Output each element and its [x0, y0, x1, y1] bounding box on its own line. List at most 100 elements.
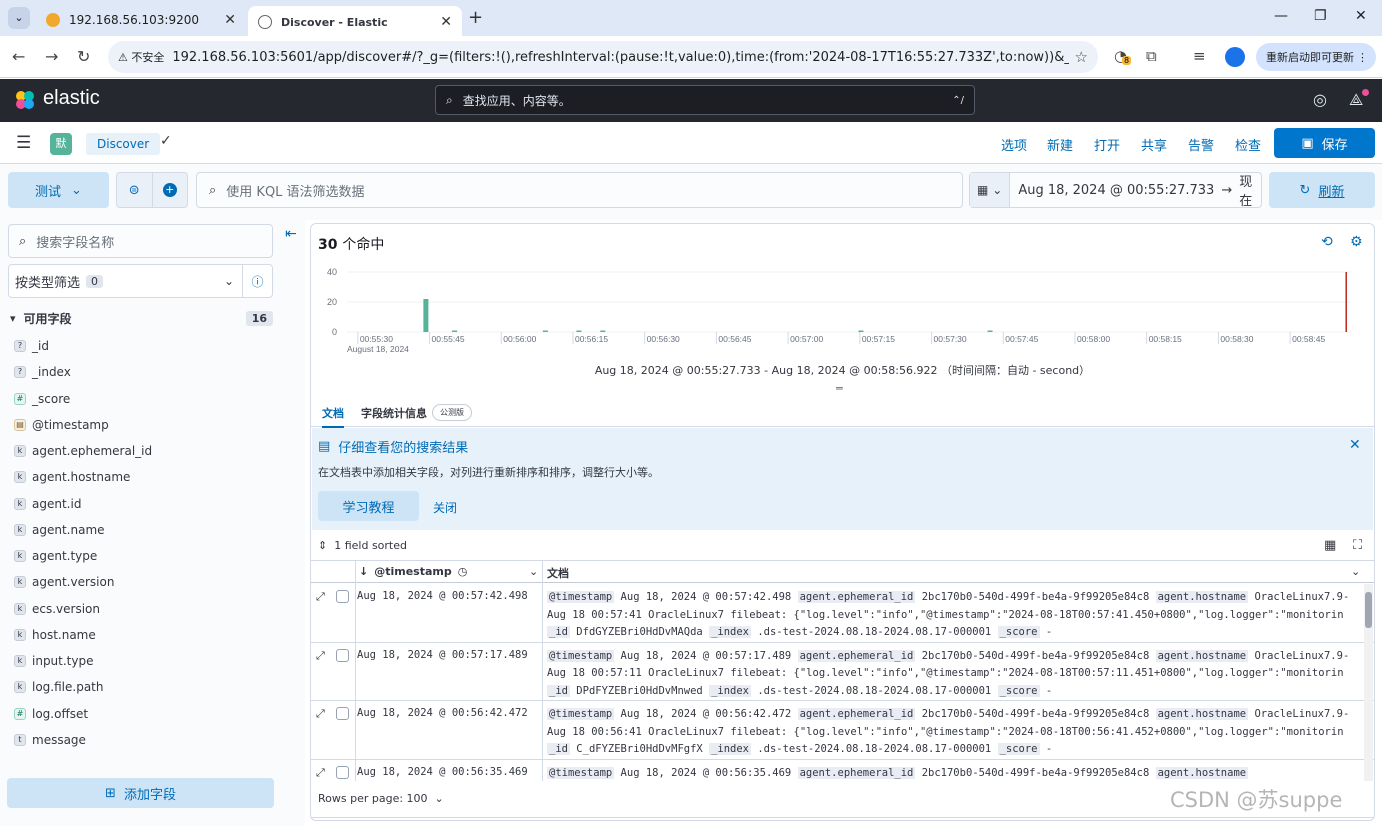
media-icon[interactable]: ≡ [1193, 47, 1206, 65]
forward-icon[interactable]: → [45, 47, 58, 66]
row-checkbox[interactable] [336, 648, 349, 662]
field-item[interactable]: k agent.name [14, 517, 274, 543]
fullscreen-icon[interactable]: ⛶ [1353, 538, 1362, 553]
table-scrollbar[interactable] [1364, 584, 1373, 781]
new-link[interactable]: 新建 [1047, 135, 1073, 154]
field-key: _score [997, 626, 1040, 638]
visualize-icon[interactable]: ⟲ [1321, 234, 1333, 250]
row-checkbox[interactable] [336, 765, 349, 779]
menu-icon[interactable]: ☰ [16, 133, 31, 153]
share-link[interactable]: 共享 [1141, 135, 1167, 154]
maximize-icon[interactable]: ❐ [1314, 8, 1327, 24]
field-search-input[interactable]: ⌕ 搜索字段名称 [8, 224, 273, 258]
options-link[interactable]: 选项 [1001, 135, 1027, 154]
table-row[interactable]: ⤢ Aug 18, 2024 @ 00:57:17.489 @timestamp A… [311, 643, 1374, 701]
expand-row-icon[interactable]: ⤢ [316, 766, 325, 780]
save-button[interactable]: ▣ 保存 [1274, 128, 1375, 158]
close-tab-icon[interactable]: ✕ [224, 12, 236, 28]
field-item[interactable]: k input.type [14, 648, 274, 674]
info-icon[interactable]: ⓘ [242, 265, 272, 297]
puzzle-icon[interactable]: ⧉ [1146, 47, 1157, 65]
field-type-icon: k [14, 681, 26, 694]
reload-icon[interactable]: ↻ [77, 47, 90, 66]
new-tab-icon[interactable]: + [468, 7, 483, 28]
field-item[interactable]: k host.name [14, 622, 274, 648]
tab-search-menu-icon[interactable]: ⌄ [8, 7, 30, 29]
filter-menu-icon[interactable]: ⊜ [117, 173, 152, 207]
bookmark-star-icon[interactable]: ☆ [1075, 48, 1088, 66]
row-checkbox[interactable] [336, 707, 349, 720]
x-tick-label: 00:57:30 [934, 334, 967, 344]
timestamp-column-header[interactable]: ↓ @timestamp ◷ ⌄ [359, 565, 538, 578]
field-item[interactable]: ▤ @timestamp [14, 412, 274, 438]
field-item[interactable]: ? _index [14, 359, 274, 385]
elastic-logo-icon[interactable] [14, 89, 36, 111]
tab-title: 192.168.56.103:9200 [69, 13, 200, 27]
dismiss-link[interactable]: 关闭 [433, 499, 457, 516]
document-column-header[interactable]: 文档 [547, 565, 569, 581]
sort-indicator[interactable]: ⇕ 1 field sorted [318, 539, 407, 552]
field-item[interactable]: k agent.version [14, 569, 274, 595]
calendar-icon[interactable]: ▦ ⌄ [970, 173, 1011, 207]
data-view-picker[interactable]: 测试 ⌄ [8, 172, 109, 208]
global-search-input[interactable]: ⌕ 查找应用、内容等。 ⌃/ [435, 85, 975, 115]
omnibox[interactable]: ⚠ 不安全 192.168.56.103:5601/app/discover#/… [108, 41, 1098, 73]
field-item[interactable]: k agent.hostname [14, 464, 274, 490]
url-text[interactable]: 192.168.56.103:5601/app/discover#/?_g=(f… [172, 50, 1068, 65]
browser-tab-discover[interactable]: Discover - Elastic ✕ [248, 6, 462, 38]
gear-icon[interactable]: ⚙ [1350, 234, 1363, 250]
field-item[interactable]: k agent.ephemeral_id [14, 438, 274, 464]
back-icon[interactable]: ← [12, 47, 25, 66]
density-icon[interactable]: ▦ [1324, 538, 1336, 553]
field-name: host.name [32, 627, 96, 642]
field-name: log.file.path [32, 680, 104, 695]
available-fields-header[interactable]: ▾ 可用字段 16 [10, 308, 273, 328]
table-row[interactable]: ⤢ Aug 18, 2024 @ 00:56:42.472 @timestamp A… [311, 701, 1374, 760]
profile-avatar[interactable] [1225, 47, 1245, 67]
expand-row-icon[interactable]: ⤢ [316, 590, 325, 604]
security-indicator[interactable]: ⚠ 不安全 [118, 49, 164, 65]
date-end[interactable]: 现在 [1239, 171, 1261, 209]
refresh-button[interactable]: ↻ 刷新 [1269, 172, 1375, 208]
resize-handle-icon[interactable]: ═ [836, 382, 843, 395]
field-value: - [1045, 684, 1053, 697]
minimize-icon[interactable]: — [1274, 8, 1288, 24]
table-row[interactable]: ⤢ Aug 18, 2024 @ 00:57:42.498 @timestamp A… [311, 584, 1374, 643]
field-item[interactable]: k agent.id [14, 491, 274, 517]
add-filter-button[interactable]: + [151, 173, 188, 207]
alerts-link[interactable]: 告警 [1188, 135, 1214, 154]
field-item[interactable]: ? _id [14, 333, 274, 359]
inspect-link[interactable]: 检查 [1235, 135, 1261, 154]
space-avatar[interactable]: 默 [50, 133, 72, 155]
scroll-thumb[interactable] [1365, 592, 1372, 628]
close-window-icon[interactable]: ✕ [1355, 8, 1367, 24]
tab-field-statistics[interactable]: 字段统计信息 [361, 405, 427, 421]
close-icon[interactable]: ✕ [1349, 437, 1361, 453]
relaunch-button[interactable]: 重新启动即可更新 ⋮ [1256, 43, 1376, 71]
expand-row-icon[interactable]: ⤢ [316, 707, 325, 721]
field-item[interactable]: # _score [14, 386, 274, 412]
open-link[interactable]: 打开 [1094, 135, 1120, 154]
chevron-down-icon[interactable]: ⌄ [1351, 565, 1360, 578]
field-item[interactable]: # log.offset [14, 701, 274, 727]
collapse-sidebar-icon[interactable]: ⇤ [285, 226, 297, 242]
help-icon[interactable]: ◎ [1313, 90, 1327, 109]
close-tab-icon[interactable]: ✕ [440, 14, 452, 30]
add-field-button[interactable]: ⊞ 添加字段 [7, 778, 274, 808]
field-item[interactable]: k agent.type [14, 543, 274, 569]
field-item[interactable]: t message [14, 727, 274, 753]
rows-per-page[interactable]: Rows per page: 100 ⌄ [318, 792, 444, 805]
field-item[interactable]: k ecs.version [14, 596, 274, 622]
date-start[interactable]: Aug 18, 2024 @ 00:55:27.733 [1010, 183, 1214, 198]
field-item[interactable]: k log.file.path [14, 674, 274, 700]
tutorial-button[interactable]: 学习教程 [318, 491, 419, 521]
kql-search-input[interactable]: ⌕ 使用 KQL 语法筛选数据 [196, 172, 963, 208]
browser-tab-elasticsearch[interactable]: 192.168.56.103:9200 ✕ [36, 4, 246, 36]
expand-row-icon[interactable]: ⤢ [316, 649, 325, 663]
tab-documents[interactable]: 文档 [322, 405, 344, 428]
filter-by-type[interactable]: 按类型筛选 0 ⌄ ⓘ [8, 264, 273, 298]
doc-line: _id DPdFYZEBri0HdDvMnwed _index .ds-test… [547, 683, 1365, 701]
breadcrumb[interactable]: Discover [86, 133, 161, 155]
y-tick-label: 0 [332, 327, 337, 337]
row-checkbox[interactable] [336, 590, 349, 603]
